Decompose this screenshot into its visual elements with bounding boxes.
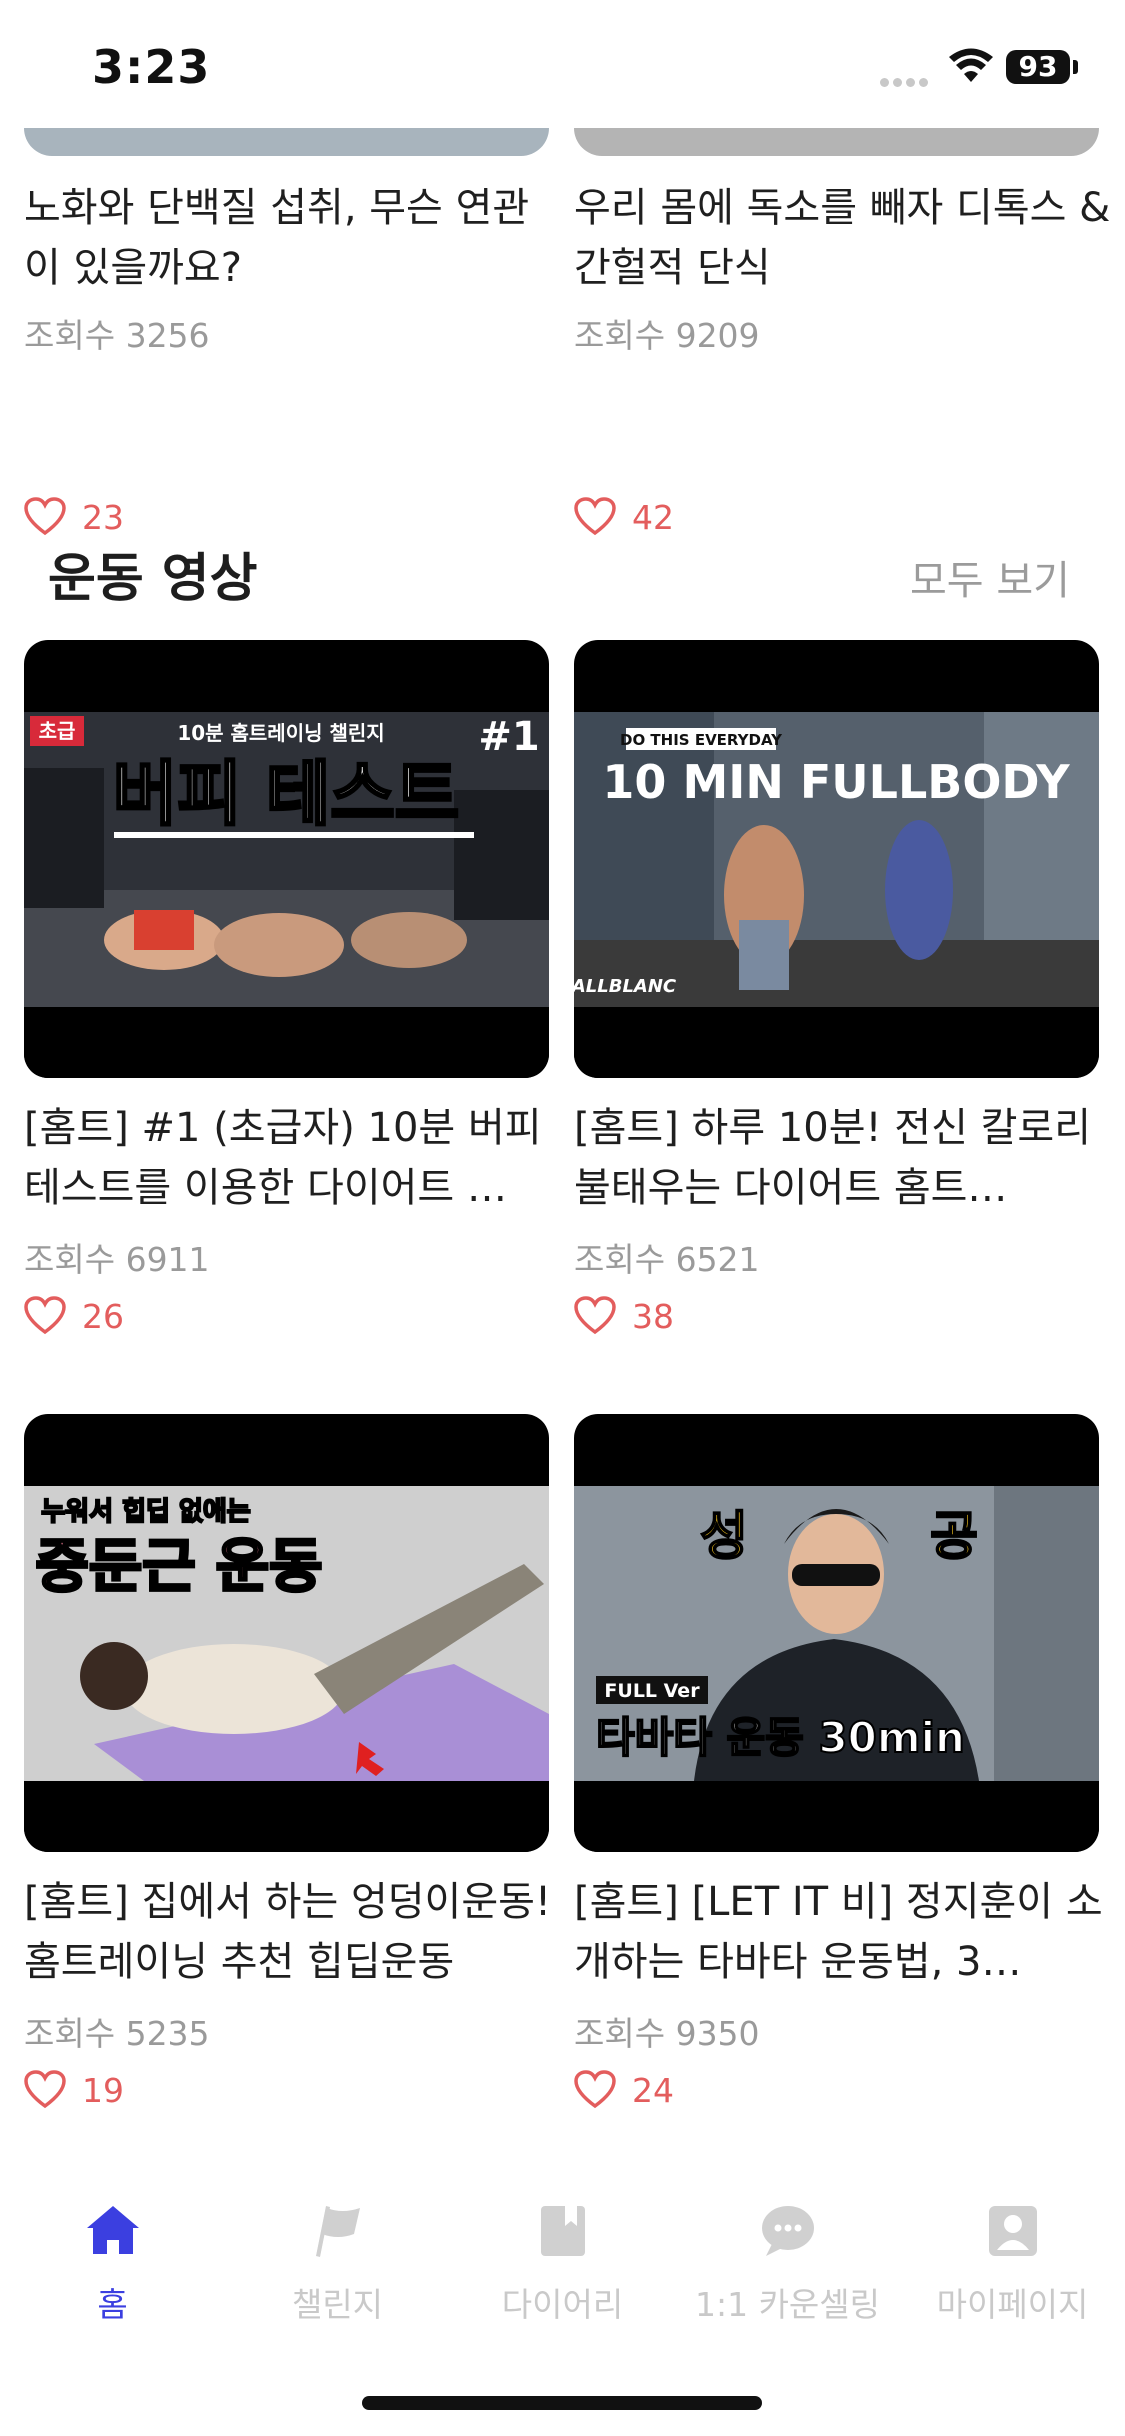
thumb-right-char: 공 [930, 1507, 978, 1567]
like-button[interactable]: 23 [24, 495, 124, 539]
tab-mypage[interactable]: 마이페이지 [900, 2200, 1125, 2326]
thumb-badge: 초급 [39, 719, 76, 743]
like-button[interactable]: 38 [574, 1294, 674, 1338]
home-indicator [362, 2396, 762, 2410]
like-count: 24 [632, 2070, 674, 2110]
thumb-headline: 10 MIN FULLBODY [602, 755, 1070, 809]
like-count: 26 [82, 1296, 124, 1336]
tab-label: 1:1 카운셀링 [694, 2285, 881, 2324]
tab-label: 홈 [97, 2285, 128, 2324]
diary-icon [540, 2206, 585, 2256]
video-thumbnail: 초급 10분 홈트레이닝 챌린지 #1 버피 테스트 [24, 640, 549, 1078]
article-thumbnail [24, 128, 549, 156]
tab-label: 마이페이지 [936, 2285, 1089, 2324]
thumb-headline: 타바타 운동 30min [596, 1713, 965, 1762]
status-time: 3:23 [92, 40, 211, 94]
battery-indicator: 93 [1006, 50, 1070, 84]
heart-icon [24, 1296, 66, 1335]
chat-icon [761, 2206, 814, 2256]
like-count: 23 [82, 497, 124, 537]
heart-icon [24, 2070, 66, 2109]
status-bar: 3:23 93 [0, 0, 1125, 130]
profile-icon [988, 2206, 1037, 2256]
thumb-tag: DO THIS EVERYDAY [620, 731, 783, 749]
battery-tip [1073, 60, 1078, 74]
video-card[interactable]: DO THIS EVERYDAY 10 MIN FULLBODY ALLBLAN… [574, 640, 1099, 1360]
view-count: 조회수 9209 [574, 316, 760, 355]
flag-icon [315, 2206, 360, 2257]
video-thumbnail: 누워서 힙딥 없애는 중둔근 운동 [24, 1414, 549, 1852]
article-card[interactable]: 노화와 단백질 섭취, 무슨 연관이 있을까요? 조회수 3256 23 [24, 128, 549, 537]
video-card[interactable]: 누워서 힙딥 없애는 중둔근 운동 [홈트] 집에서 하는 엉덩이운동! 홈트레… [24, 1414, 551, 2134]
thumb-brand: ALLBLANC [574, 976, 677, 997]
bottom-tab-bar: 홈 챌린지 다이어리 1:1 카운셀링 마이페이지 [0, 2160, 1125, 2436]
article-card[interactable]: 우리 몸에 독소를 빼자 디톡스 & 간헐적 단식 조회수 9209 42 [574, 128, 1110, 537]
thumb-headline: 버피 테스트 [113, 753, 459, 835]
article-title: 노화와 단백질 섭취, 무슨 연관이 있을까요? [24, 185, 530, 291]
tab-counseling[interactable]: 1:1 카운셀링 [675, 2200, 900, 2326]
thumb-headline: 중둔근 운동 [36, 1532, 323, 1600]
like-button[interactable]: 19 [24, 2068, 124, 2112]
tab-diary[interactable]: 다이어리 [450, 2200, 675, 2326]
like-button[interactable]: 24 [574, 2068, 674, 2112]
thumb-tag: FULL Ver [604, 1680, 700, 1702]
video-card[interactable]: 초급 10분 홈트레이닝 챌린지 #1 버피 테스트 [홈트] #1 (초급자)… [24, 640, 549, 1360]
tab-challenge[interactable]: 챌린지 [225, 2200, 450, 2326]
heart-icon [574, 1296, 616, 1335]
like-button[interactable]: 42 [574, 495, 674, 539]
article-title: 우리 몸에 독소를 빼자 디톡스 & 간헐적 단식 [574, 185, 1111, 291]
view-count: 조회수 6521 [574, 1240, 760, 1279]
like-count: 19 [82, 2070, 124, 2110]
video-card[interactable]: 성 공 FULL Ver 타바타 운동 30min [홈트] [LET IT 비… [574, 1414, 1103, 2134]
tab-home[interactable]: 홈 [0, 2200, 225, 2326]
like-count: 42 [632, 497, 674, 537]
heart-icon [574, 497, 616, 536]
video-title: [홈트] 집에서 하는 엉덩이운동! 홈트레이닝 추천 힙딥운동 [24, 1879, 551, 1985]
view-count: 조회수 3256 [24, 316, 210, 355]
heart-icon [24, 497, 66, 536]
video-title: [홈트] [LET IT 비] 정지훈이 소개하는 타바타 운동법, 3… [574, 1879, 1103, 1985]
thumb-subtitle: 누워서 힙딥 없애는 [41, 1497, 251, 1527]
heart-icon [574, 2070, 616, 2109]
home-icon [86, 2206, 139, 2254]
view-count: 조회수 5235 [24, 2014, 210, 2053]
article-thumbnail [574, 128, 1099, 156]
wifi-icon [949, 48, 993, 82]
thumb-number: #1 [478, 714, 539, 760]
cellular-signal-icon [880, 72, 932, 87]
tab-label: 다이어리 [501, 2285, 624, 2324]
view-count: 조회수 9350 [574, 2014, 760, 2053]
section-title: 운동 영상 [48, 549, 258, 609]
video-thumbnail: 성 공 FULL Ver 타바타 운동 30min [574, 1414, 1099, 1852]
video-title: [홈트] 하루 10분! 전신 칼로리 불태우는 다이어트 홈트… [574, 1105, 1092, 1211]
tab-label: 챌린지 [291, 2285, 384, 2324]
video-thumbnail: DO THIS EVERYDAY 10 MIN FULLBODY ALLBLAN… [574, 640, 1099, 1078]
like-button[interactable]: 26 [24, 1294, 124, 1338]
thumb-subtitle: 10분 홈트레이닝 챌린지 [177, 721, 384, 745]
thumb-left-char: 성 [700, 1507, 748, 1567]
see-all-link[interactable]: 모두 보기 [910, 548, 1070, 606]
like-count: 38 [632, 1296, 674, 1336]
view-count: 조회수 6911 [24, 1240, 210, 1279]
video-title: [홈트] #1 (초급자) 10분 버피 테스트를 이용한 다이어트 … [24, 1105, 542, 1211]
